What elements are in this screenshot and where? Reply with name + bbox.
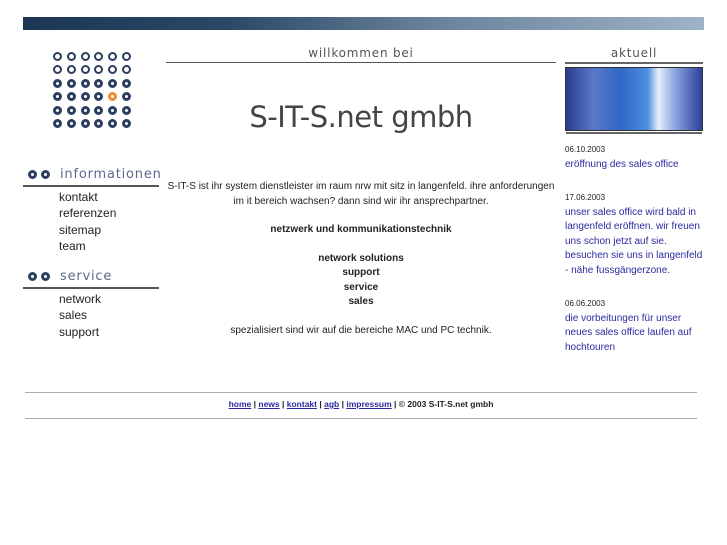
service-item: support	[342, 267, 380, 278]
closing-text: spezialisiert sind wir auf die bereiche …	[230, 324, 492, 336]
section-header-informationen: informationen	[23, 167, 162, 187]
news-heading: aktuell	[565, 46, 703, 64]
logo-dot	[53, 105, 62, 115]
footer-link-news[interactable]: news	[258, 399, 279, 409]
sidebar-item-team[interactable]: team	[59, 238, 116, 254]
logo-dot-grid	[53, 52, 136, 132]
logo-dot	[121, 52, 131, 61]
news-date: 06.06.2003	[565, 299, 606, 308]
footer-link-agb[interactable]: agb	[324, 399, 339, 409]
news-date: 06.10.2003	[565, 145, 606, 154]
logo-dot	[94, 92, 104, 102]
news-list: 06.10.2003 eröffnung des sales office 17…	[565, 143, 705, 374]
logo-dot	[94, 52, 104, 61]
bullet-dots-icon	[28, 272, 50, 281]
sidebar-item-sales[interactable]: sales	[59, 307, 101, 323]
logo-dot	[53, 52, 62, 61]
news-text: eröffnung des sales office	[565, 158, 679, 170]
logo-dot	[53, 78, 62, 88]
logo-dot	[94, 78, 104, 88]
section-title: service	[60, 269, 113, 284]
logo-dot	[66, 118, 76, 128]
service-item: sales	[348, 296, 374, 307]
logo-dot	[66, 78, 76, 88]
section-title: informationen	[60, 167, 162, 182]
logo-dot	[121, 105, 131, 115]
news-text: die vorbeitungen für unser neues sales o…	[565, 312, 692, 353]
news-text: unser sales office wird bald in langenfe…	[565, 206, 703, 276]
logo-dot	[108, 52, 118, 61]
footer: home | news | kontakt | agb | impressum …	[228, 399, 494, 409]
sidebar-item-support[interactable]: support	[59, 324, 101, 340]
logo-dot	[108, 92, 118, 102]
logo-dot	[66, 65, 76, 75]
logo-dot	[121, 65, 131, 75]
logo-dot	[94, 118, 104, 128]
logo-dot	[108, 105, 118, 115]
logo-dot	[94, 105, 104, 115]
logo-dot	[66, 92, 76, 102]
logo-dot	[53, 92, 62, 102]
sidebar-item-network[interactable]: network	[59, 291, 101, 307]
welcome-heading: willkommen bei	[166, 46, 556, 63]
service-item: service	[343, 281, 379, 293]
logo-dot	[108, 65, 118, 75]
logo-dot	[80, 92, 90, 102]
footer-link-kontakt[interactable]: kontakt	[287, 399, 317, 409]
bullet-dots-icon	[28, 170, 50, 179]
logo-dot	[94, 65, 104, 75]
intro-text: S-IT-S ist ihr system dienstleister im r…	[167, 181, 555, 207]
headline: netzwerk und kommunikationstechnik	[270, 224, 452, 235]
footer-link-home[interactable]: home	[229, 399, 252, 409]
top-banner	[23, 17, 704, 30]
divider	[25, 418, 697, 419]
divider	[25, 392, 697, 393]
logo-dot	[108, 78, 118, 88]
copyright: © 2003 S-IT-S.net gmbh	[398, 399, 494, 409]
logo-dot	[66, 105, 76, 115]
logo-dot	[121, 78, 131, 88]
logo-dot	[108, 118, 118, 128]
logo-dot	[121, 118, 131, 128]
logo-dot	[80, 105, 90, 115]
logo-dot	[53, 118, 62, 128]
service-item: network solutions	[318, 252, 404, 264]
news-image	[565, 67, 703, 134]
logo-dot	[80, 52, 90, 61]
news-date: 17.06.2003	[565, 193, 606, 202]
sidebar-item-sitemap[interactable]: sitemap	[59, 222, 116, 238]
logo-dot	[80, 78, 90, 88]
footer-link-impressum[interactable]: impressum	[346, 399, 391, 409]
logo-dot	[80, 118, 90, 128]
main-content: S-IT-S ist ihr system dienstleister im r…	[166, 180, 556, 338]
logo-dot	[80, 65, 90, 75]
logo-dot	[66, 52, 76, 61]
brand-title: S-IT-S.net gmbh	[249, 100, 473, 134]
logo-dot	[53, 65, 62, 75]
logo-dot	[121, 92, 131, 102]
informationen-menu: kontakt referenzen sitemap team	[59, 189, 116, 254]
sidebar-item-referenzen[interactable]: referenzen	[59, 205, 116, 221]
sidebar-item-kontakt[interactable]: kontakt	[59, 189, 116, 205]
section-header-service: service	[23, 269, 159, 289]
service-menu: network sales support	[59, 291, 101, 340]
